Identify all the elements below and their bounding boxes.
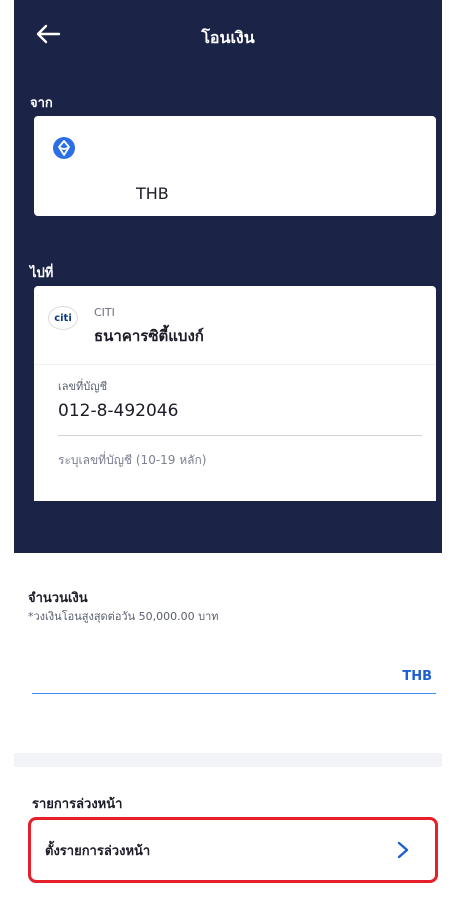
schedule-transfer-button[interactable]: ตั้งรายการล่วงหน้า (28, 817, 438, 883)
account-number-hint: ระบุเลขที่บัญชี (10-19 หลัก) (58, 453, 207, 467)
scheduled-title: รายการล่วงหน้า (32, 797, 123, 812)
section-divider (14, 753, 442, 767)
page-title: โอนเงิน (201, 28, 255, 47)
citi-logo-icon: citi (48, 306, 78, 330)
coin-icon (53, 137, 75, 159)
amount-currency: THB (402, 669, 432, 684)
app-header: โอนเงิน (14, 0, 442, 72)
schedule-transfer-label: ตั้งรายการล่วงหน้า (45, 843, 151, 859)
to-account-card: citi CITI ธนาคารซิตี้แบงก์ เลขที่บัญชี 0… (34, 286, 436, 501)
bank-selector[interactable]: citi CITI ธนาคารซิตี้แบงก์ (34, 286, 436, 362)
from-currency: THB (136, 184, 169, 203)
amount-input[interactable]: THB (32, 653, 436, 694)
chevron-right-icon (397, 841, 409, 859)
from-label: จาก (30, 96, 53, 111)
frame-left (0, 0, 14, 897)
frame-right (442, 0, 456, 897)
from-account-card[interactable]: THB (34, 116, 436, 216)
account-number-field[interactable]: เลขที่บัญชี 012-8-492046 ระบุเลขที่บัญชี… (34, 364, 436, 501)
amount-limit-note: *วงเงินโอนสูงสุดต่อวัน 50,000.00 บาท (28, 610, 219, 623)
to-label: ไปที่ (30, 266, 54, 281)
amount-section: จำนวนเงิน *วงเงินโอนสูงสุดต่อวัน 50,000.… (14, 553, 442, 753)
account-number-value[interactable]: 012-8-492046 (58, 401, 178, 421)
account-number-underline (58, 435, 422, 436)
account-number-label: เลขที่บัญชี (58, 380, 108, 393)
amount-label: จำนวนเงิน (28, 591, 88, 606)
bank-name: ธนาคารซิตี้แบงก์ (94, 327, 204, 345)
transfer-screen: โอนเงิน จาก THB ไปที่ citi CITI ธนาคารซิ… (0, 0, 456, 897)
bank-code: CITI (94, 306, 115, 319)
